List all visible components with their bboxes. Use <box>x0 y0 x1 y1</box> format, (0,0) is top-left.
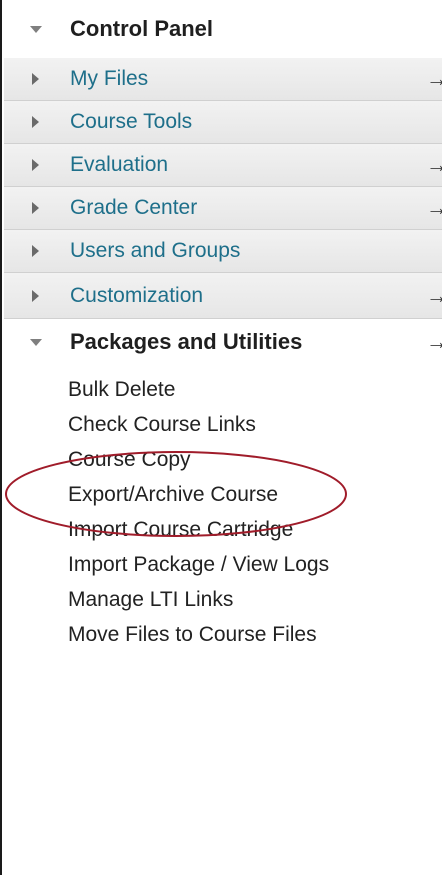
menu-item-my-files[interactable]: My Files → <box>4 58 442 101</box>
expand-triangle-icon <box>32 159 39 171</box>
collapse-triangle-icon <box>30 338 42 346</box>
sub-item-manage-lti-links[interactable]: Manage LTI Links <box>68 588 233 612</box>
menu-item-evaluation[interactable]: Evaluation → <box>4 144 442 187</box>
menu-item-label: Users and Groups <box>70 239 241 262</box>
control-panel: Control Panel My Files → Course Tools Ev… <box>0 0 442 875</box>
packages-title: Packages and Utilities <box>70 329 303 354</box>
sub-item-move-files-to-course-files[interactable]: Move Files to Course Files <box>68 623 317 647</box>
menu-item-course-tools[interactable]: Course Tools <box>4 101 442 144</box>
sub-item-bulk-delete[interactable]: Bulk Delete <box>68 378 175 402</box>
sub-item-export-archive-course[interactable]: Export/Archive Course <box>68 483 278 507</box>
menu-item-packages-and-utilities[interactable]: Packages and Utilities → <box>4 319 442 365</box>
arrow-right-icon: → <box>426 329 442 354</box>
menu-item-customization[interactable]: Customization → <box>4 273 442 319</box>
menu-item-label: Course Tools <box>70 110 193 133</box>
sub-item-check-course-links[interactable]: Check Course Links <box>68 413 256 437</box>
sub-item-import-course-cartridge[interactable]: Import Course Cartridge <box>68 518 293 542</box>
expand-triangle-icon <box>32 245 39 257</box>
sub-item-course-copy[interactable]: Course Copy <box>68 448 191 472</box>
menu-item-label: Grade Center <box>70 196 198 219</box>
menu-item-users-and-groups[interactable]: Users and Groups <box>4 230 442 273</box>
expand-triangle-icon <box>32 73 39 85</box>
sub-item-import-package-view-logs[interactable]: Import Package / View Logs <box>68 553 329 577</box>
arrow-right-icon: → <box>426 152 442 177</box>
collapse-triangle-icon <box>30 25 42 33</box>
expand-triangle-icon <box>32 289 39 302</box>
menu-item-label: My Files <box>70 67 149 90</box>
arrow-right-icon: → <box>426 195 442 220</box>
expand-triangle-icon <box>32 202 39 214</box>
control-panel-header[interactable]: Control Panel <box>4 0 442 58</box>
control-panel-title: Control Panel <box>70 16 214 41</box>
arrow-right-icon: → <box>426 66 442 91</box>
menu-item-grade-center[interactable]: Grade Center → <box>4 187 442 230</box>
arrow-right-icon: → <box>426 282 442 308</box>
menu-item-label: Customization <box>70 283 204 307</box>
expand-triangle-icon <box>32 116 39 128</box>
menu-item-label: Evaluation <box>70 153 169 176</box>
